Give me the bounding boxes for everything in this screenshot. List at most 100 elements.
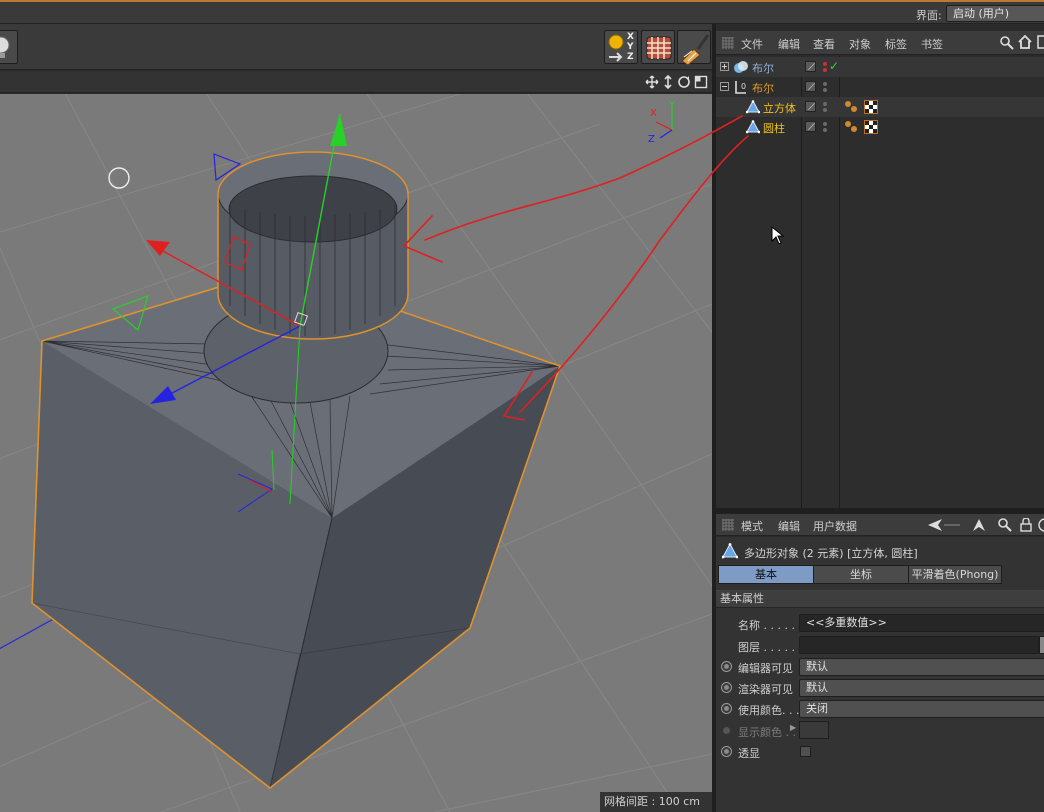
- cube-object: [31, 268, 562, 790]
- polygon-object-icon: [722, 543, 738, 559]
- cursor-circle: [108, 167, 130, 189]
- enabled-checkmark-icon[interactable]: ✓: [829, 59, 839, 73]
- lock-icon[interactable]: [1020, 518, 1032, 532]
- display-color-radio: [723, 727, 730, 734]
- checker-render-icon: [646, 36, 672, 60]
- layer-toggle[interactable]: [805, 121, 816, 132]
- drag-grip-icon[interactable]: [722, 519, 734, 531]
- null-icon: 0: [735, 81, 746, 94]
- render-visible-label: 渲染器可见: [738, 683, 793, 696]
- attribute-panel: 多边形对象 (2 元素) [立方体, 圆柱] 基本 坐标 平滑着色(Phong)…: [716, 537, 1044, 812]
- new-window-icon[interactable]: [1037, 518, 1044, 532]
- menu-edit[interactable]: 编辑: [778, 36, 800, 52]
- svg-text:0: 0: [741, 82, 746, 91]
- layer-toggle[interactable]: [805, 81, 816, 92]
- paint-brush-button[interactable]: [677, 30, 711, 65]
- search-icon[interactable]: [1000, 36, 1014, 50]
- object-row[interactable]: 圆柱: [716, 117, 1044, 137]
- x-ray-radio[interactable]: [721, 746, 732, 757]
- axis-triad-z-label: Z: [648, 134, 655, 145]
- display-color-swatch[interactable]: [799, 721, 829, 739]
- polygon-icon: [746, 120, 760, 134]
- tree-collapse-icon[interactable]: [720, 82, 730, 92]
- object-name[interactable]: 布尔: [752, 60, 774, 76]
- new-view-icon[interactable]: [1036, 35, 1044, 49]
- 3d-viewport[interactable]: Y X Z 网格间距 : 100 cm: [0, 94, 712, 812]
- axis-triad-x-label: X: [650, 108, 657, 119]
- menu-view[interactable]: 查看: [813, 36, 835, 52]
- name-field[interactable]: <<多重数值>>: [799, 614, 1044, 632]
- texture-tag-icon[interactable]: [864, 120, 878, 134]
- tab-basic[interactable]: 基本: [718, 565, 814, 584]
- view-axis-triad: [655, 108, 673, 139]
- layer-field[interactable]: [799, 636, 1039, 654]
- maximize-view-icon[interactable]: [694, 75, 708, 89]
- rotate-view-icon[interactable]: [677, 75, 691, 89]
- menu-objects[interactable]: 对象: [849, 36, 871, 52]
- object-row[interactable]: 布尔 ✓: [716, 57, 1044, 77]
- object-name[interactable]: 立方体: [763, 100, 796, 116]
- menu-bookmarks[interactable]: 书签: [921, 36, 943, 52]
- home-icon[interactable]: [1018, 35, 1032, 49]
- boole-icon: [734, 61, 748, 73]
- render-visible-select[interactable]: 默认: [799, 679, 1044, 697]
- name-label: 名称 . . . . .: [738, 619, 795, 632]
- menu-mode[interactable]: 模式: [741, 518, 763, 534]
- object-manager-menubar: 文件 编辑 查看 对象 标签 书签: [716, 31, 1044, 55]
- tab-phong[interactable]: 平滑着色(Phong): [908, 565, 1002, 584]
- object-row[interactable]: 0 布尔: [716, 77, 1044, 97]
- render-visible-radio[interactable]: [721, 682, 732, 693]
- drag-grip-icon[interactable]: [722, 37, 734, 49]
- render-region-button[interactable]: [641, 30, 675, 64]
- mouse-pointer-icon: [771, 226, 785, 245]
- polygon-icon: [746, 100, 760, 114]
- x-ray-checkbox[interactable]: [800, 746, 811, 757]
- object-name[interactable]: 布尔: [752, 80, 774, 96]
- light-bulb-icon: [0, 36, 10, 58]
- attribute-manager-menubar: 模式 编辑 用户数据: [716, 514, 1044, 536]
- vertex-tag-icon[interactable]: [844, 100, 858, 114]
- layer-toggle[interactable]: [805, 61, 816, 72]
- display-color-expand-icon[interactable]: ▶: [790, 723, 796, 732]
- menu-user-data[interactable]: 用户数据: [813, 518, 857, 534]
- editor-visible-radio[interactable]: [721, 661, 732, 672]
- object-row[interactable]: 立方体: [716, 97, 1044, 117]
- axis-triad-y-label: Y: [669, 100, 676, 111]
- vertex-tag-icon[interactable]: [844, 120, 858, 134]
- up-arrow-icon[interactable]: [972, 518, 986, 532]
- render-visibility-dot[interactable]: [823, 128, 827, 132]
- axis-mode-button[interactable]: X Y Z: [604, 30, 638, 64]
- menu-file[interactable]: 文件: [741, 36, 763, 52]
- interface-layout-select[interactable]: 启动 (用户): [946, 5, 1044, 22]
- render-visibility-dot[interactable]: [823, 68, 827, 72]
- layer-label: 图层 . . . . .: [738, 641, 795, 654]
- render-visibility-dot[interactable]: [823, 88, 827, 92]
- layer-toggle[interactable]: [805, 101, 816, 112]
- tree-expand-icon[interactable]: [720, 62, 730, 72]
- search-icon[interactable]: [998, 518, 1012, 532]
- menu-tags[interactable]: 标签: [885, 36, 907, 52]
- cylinder-object: [217, 151, 409, 340]
- object-name[interactable]: 圆柱: [763, 120, 785, 136]
- menu-edit[interactable]: 编辑: [778, 518, 800, 534]
- use-color-radio[interactable]: [721, 703, 732, 714]
- editor-visibility-dot[interactable]: [823, 62, 827, 66]
- light-bulb-button[interactable]: [0, 30, 18, 64]
- editor-visibility-dot[interactable]: [823, 122, 827, 126]
- render-visibility-dot[interactable]: [823, 108, 827, 112]
- x-ray-label: 透显: [738, 747, 760, 760]
- display-color-label: 显示颜色 . .: [738, 726, 796, 739]
- editor-visible-label: 编辑器可见: [738, 662, 793, 675]
- editor-visibility-dot[interactable]: [823, 102, 827, 106]
- zoom-view-icon[interactable]: [661, 75, 675, 89]
- tab-coordinates[interactable]: 坐标: [813, 565, 909, 584]
- use-color-label: 使用颜色. . .: [738, 704, 800, 717]
- texture-tag-icon[interactable]: [864, 100, 878, 114]
- editor-visible-select[interactable]: 默认: [799, 658, 1044, 676]
- use-color-select[interactable]: 关闭: [799, 700, 1044, 718]
- editor-visibility-dot[interactable]: [823, 82, 827, 86]
- move-view-icon[interactable]: [645, 75, 659, 89]
- layer-browse-button[interactable]: [1039, 636, 1044, 654]
- back-arrow-icon[interactable]: [926, 518, 962, 532]
- viewport-scene: [0, 94, 712, 812]
